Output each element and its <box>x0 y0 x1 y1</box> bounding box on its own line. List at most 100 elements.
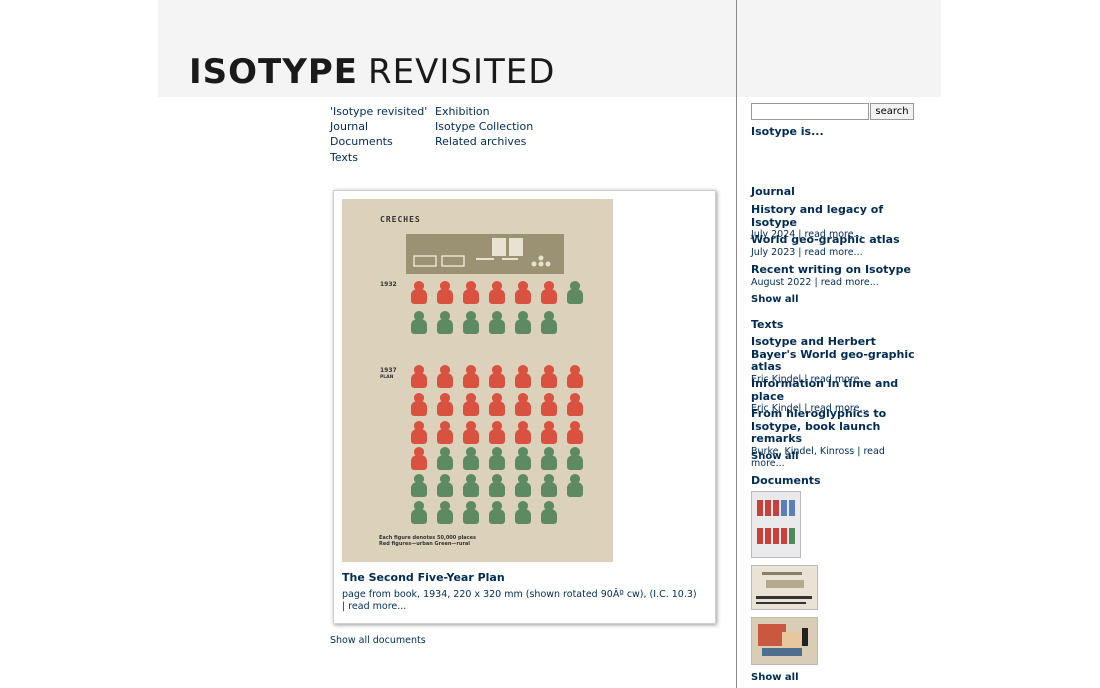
logo-bold: ISOTYPE <box>189 52 358 92</box>
nav-isotype-revisited[interactable]: 'Isotype revisited' <box>330 104 427 119</box>
search-input[interactable] <box>751 103 869 120</box>
poster-figure-icon <box>410 393 428 416</box>
poster-figure-icon <box>462 365 480 388</box>
document-thumbnail[interactable] <box>751 491 801 558</box>
document-thumbnail[interactable] <box>751 565 818 610</box>
nav-journal[interactable]: Journal <box>330 119 427 134</box>
isotype-is-link[interactable]: Isotype is... <box>751 125 824 138</box>
poster-figure-icon <box>410 447 428 470</box>
poster-figure-icon <box>436 311 454 334</box>
poster-figure-icon <box>436 421 454 444</box>
poster-figure-icon <box>488 501 506 524</box>
journal-item-title[interactable]: Recent writing on Isotype <box>751 263 921 277</box>
poster-legend-line-2: Red figures—urban Green—rural <box>379 541 471 547</box>
poster-figure-icon <box>540 281 558 304</box>
texts-show-all-link[interactable]: Show all <box>751 451 921 462</box>
poster-figure-icon <box>436 447 454 470</box>
poster-figure-icon <box>514 311 532 334</box>
poster-figure-icon <box>462 393 480 416</box>
show-all-documents-link[interactable]: Show all documents <box>330 635 426 646</box>
poster-figure-icon <box>566 447 584 470</box>
poster-figure-icon <box>566 421 584 444</box>
poster-figure-icon <box>436 474 454 497</box>
nav-exhibition[interactable]: Exhibition <box>435 104 533 119</box>
poster-figure-icon <box>540 501 558 524</box>
documents-heading: Documents <box>751 474 821 487</box>
poster-heading: CRECHES <box>380 215 421 224</box>
poster-figure-icon <box>514 447 532 470</box>
documents-show-all-link[interactable]: Show all <box>751 672 921 683</box>
poster-figure-icon <box>462 501 480 524</box>
documents-section: Documents <box>751 474 921 487</box>
header-band-right <box>737 0 941 97</box>
poster-figure-icon <box>514 393 532 416</box>
site-logo[interactable]: ISOTYPE REVISITED <box>189 52 555 92</box>
journal-item-read-more[interactable]: read more... <box>805 247 863 258</box>
poster-figure-icon <box>566 365 584 388</box>
column-divider <box>736 0 737 688</box>
poster-figure-icon <box>488 365 506 388</box>
poster-figure-icon <box>566 474 584 497</box>
poster-figure-icon <box>462 421 480 444</box>
poster-figure-icon <box>540 311 558 334</box>
featured-poster-image[interactable]: CRECHES 1932 1937 PLAN Each figure denot… <box>342 199 613 562</box>
poster-figure-icon <box>410 421 428 444</box>
poster-figure-icon <box>488 393 506 416</box>
poster-figure-icon <box>488 447 506 470</box>
poster-plan-label: PLAN <box>380 375 394 380</box>
journal-item: Recent writing on Isotype August 2022 | … <box>751 263 921 289</box>
poster-figure-icon <box>410 281 428 304</box>
nav-documents[interactable]: Documents <box>330 134 427 149</box>
journal-item-meta: July 2023 | <box>751 246 805 258</box>
poster-figure-icon <box>488 311 506 334</box>
texts-item-title[interactable]: Isotype and Herbert Bayer's World geo-gr… <box>751 335 921 374</box>
poster-year-1937: 1937 <box>380 367 397 374</box>
poster-figure-icon <box>410 365 428 388</box>
poster-figure-icon <box>436 393 454 416</box>
poster-figure-icon <box>540 447 558 470</box>
poster-figure-icon <box>540 393 558 416</box>
nav-texts[interactable]: Texts <box>330 150 427 165</box>
poster-figure-icon <box>540 421 558 444</box>
poster-figure-icon <box>540 474 558 497</box>
poster-figure-icon <box>514 474 532 497</box>
poster-figure-icon <box>462 447 480 470</box>
poster-figure-icon <box>488 474 506 497</box>
journal-show-all-link[interactable]: Show all <box>751 294 921 305</box>
journal-item-title[interactable]: World geo-graphic atlas <box>751 233 921 247</box>
texts-section: Texts <box>751 318 921 331</box>
poster-figure-icon <box>462 311 480 334</box>
nav-column-1: 'Isotype revisited' Journal Documents Te… <box>330 104 427 165</box>
poster-figure-icon <box>566 281 584 304</box>
journal-item-read-more[interactable]: read more... <box>821 277 879 288</box>
featured-read-more-link[interactable]: read more... <box>348 601 406 612</box>
poster-figure-icon <box>488 281 506 304</box>
document-thumbnail[interactable] <box>751 617 818 665</box>
poster-figure-icon <box>566 393 584 416</box>
texts-item-title[interactable]: From hieroglyphics to Isotype, book laun… <box>751 407 921 446</box>
nav-isotype-collection[interactable]: Isotype Collection <box>435 119 533 134</box>
poster-figure-icon <box>540 365 558 388</box>
journal-item-title[interactable]: History and legacy of Isotype <box>751 203 921 229</box>
journal-item-meta: August 2022 | <box>751 276 821 288</box>
poster-figure-icon <box>410 311 428 334</box>
search-button[interactable]: search <box>870 103 914 120</box>
poster-figure-icon <box>410 474 428 497</box>
journal-heading: Journal <box>751 185 795 198</box>
poster-figure-icon <box>436 281 454 304</box>
poster-legend: Each figure denotes 50,000 places Red fi… <box>379 535 476 547</box>
nav-column-2: Exhibition Isotype Collection Related ar… <box>435 104 533 150</box>
nav-related-archives[interactable]: Related archives <box>435 134 533 149</box>
poster-figure-icon <box>514 501 532 524</box>
featured-title: The Second Five-Year Plan <box>342 571 505 584</box>
texts-item-title[interactable]: Information in time and place <box>751 377 921 403</box>
logo-light: REVISITED <box>368 52 556 92</box>
poster-figure-icon <box>462 474 480 497</box>
journal-item: World geo-graphic atlas July 2023 | read… <box>751 233 921 259</box>
featured-document-card: CRECHES 1932 1937 PLAN Each figure denot… <box>333 190 716 624</box>
journal-section: Journal <box>751 185 921 198</box>
poster-nursery-scene <box>406 234 564 274</box>
poster-figure-icon <box>436 501 454 524</box>
poster-figure-icon <box>410 501 428 524</box>
poster-figure-icon <box>462 281 480 304</box>
